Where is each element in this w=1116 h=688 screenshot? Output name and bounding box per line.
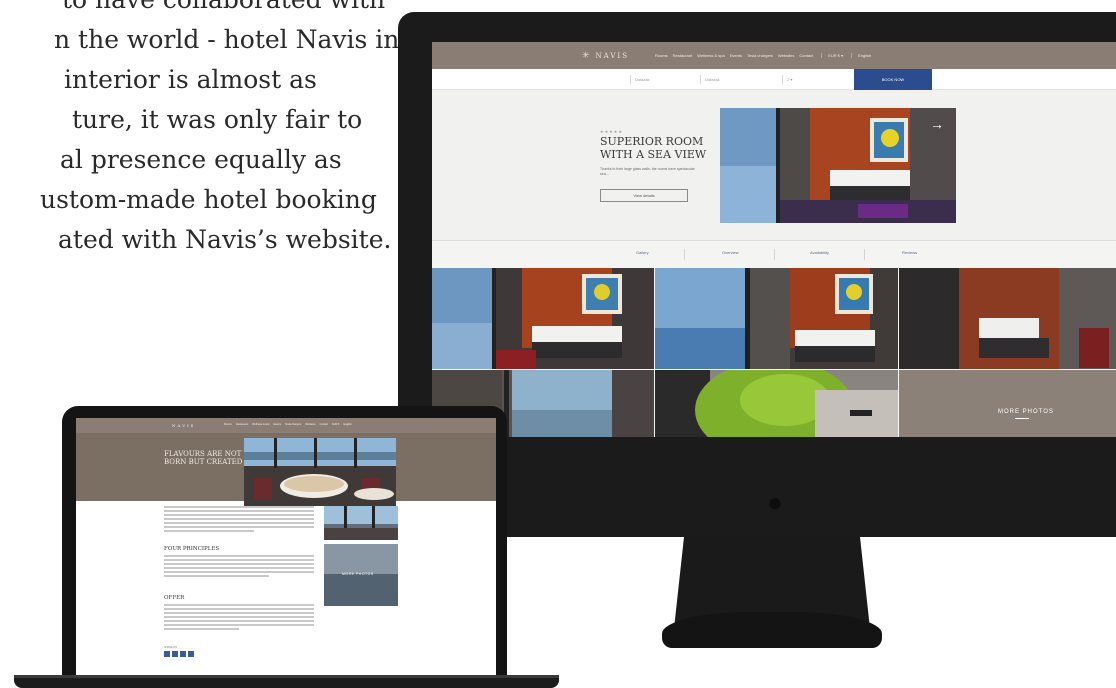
offer-heading: OFFER xyxy=(164,595,185,601)
rating-stars: ★★★★★ xyxy=(600,129,623,134)
menu-item[interactable]: Websites xyxy=(778,53,794,58)
intro-line: ated with Navis’s website. xyxy=(58,225,392,254)
arrow-right-icon[interactable]: → xyxy=(930,116,944,132)
menu-item[interactable]: Events xyxy=(273,423,281,426)
intro-line: ustom-made hotel booking xyxy=(40,185,377,214)
tab-gallery[interactable]: Gallery xyxy=(636,250,649,255)
twitter-icon[interactable] xyxy=(172,651,178,657)
photo-gallery: MORE PHOTOS xyxy=(432,268,1116,437)
principles-paragraph xyxy=(164,555,314,591)
site-navbar: ✳ NAVIS Rooms Restaurant Wellness & spa E… xyxy=(432,42,1116,69)
room-hero-image xyxy=(720,108,956,223)
intro-line: interior is almost as xyxy=(64,65,317,94)
imac-stand-foot xyxy=(662,612,882,648)
share-label: SHARE ON xyxy=(164,646,178,649)
more-photos-link[interactable]: MORE PHOTOS xyxy=(998,409,1054,415)
intro-line: ture, it was only fair to xyxy=(72,105,363,134)
intro-text: to have collaborated with n the world - … xyxy=(0,0,400,260)
menu-item[interactable]: Contact xyxy=(320,423,329,426)
facebook-icon[interactable] xyxy=(164,651,170,657)
laptop-site-logo[interactable]: NAVIS xyxy=(172,423,195,428)
more-photos-underline xyxy=(1015,418,1029,419)
book-now-button[interactable]: BOOK NOW xyxy=(854,69,932,90)
room-tabs: Gallery Overview Availability Reviews xyxy=(432,240,1116,268)
tab-divider xyxy=(774,249,775,260)
intro-line: n the world - hotel Navis in xyxy=(54,25,400,54)
four-principles-heading: FOUR PRINCIPLES xyxy=(164,546,220,552)
room-hero: ★★★★★ SUPERIOR ROOM WITH A SEA VIEW Than… xyxy=(432,90,1116,240)
star-logo-icon: ✳ xyxy=(582,50,592,61)
restaurant-hero: FLAVOURS ARE NOT BORN BUT CREATED xyxy=(76,433,496,506)
menu-item[interactable]: Restaurant xyxy=(236,423,248,426)
laptop-screen: NAVIS Rooms Restaurant Wellness & spa Ev… xyxy=(76,418,496,675)
laptop-base-edge xyxy=(14,675,559,678)
room-description: Thanks to their large glass walls, the r… xyxy=(600,167,695,176)
guests-select[interactable]: 2 ▾ xyxy=(782,75,792,84)
menu-item[interactable]: Contact xyxy=(799,53,813,58)
language-selector[interactable]: English xyxy=(344,423,352,426)
currency-selector[interactable]: EUR € xyxy=(332,423,339,426)
laptop-content: FOUR PRINCIPLES OFFER xyxy=(164,506,314,640)
offer-paragraph xyxy=(164,604,314,640)
more-photos-link[interactable]: MORE PHOTOS xyxy=(342,572,374,576)
laptop-side-gallery: MORE PHOTOS xyxy=(324,506,398,606)
linkedin-icon[interactable] xyxy=(180,651,186,657)
menu-item[interactable]: Rooms xyxy=(655,53,668,58)
view-details-button[interactable]: View details xyxy=(600,189,688,202)
menu-item[interactable]: Tesla chargers xyxy=(747,53,773,58)
gallery-photo[interactable] xyxy=(655,370,898,437)
tab-divider xyxy=(864,249,865,260)
menu-item[interactable]: Websites xyxy=(305,423,315,426)
email-icon[interactable] xyxy=(188,651,194,657)
tab-overview[interactable]: Overview xyxy=(722,250,739,255)
side-photo-more[interactable]: MORE PHOTOS xyxy=(324,544,398,606)
restaurant-hero-title: FLAVOURS ARE NOT BORN BUT CREATED xyxy=(164,450,243,466)
apple-logo-icon: ● xyxy=(767,487,783,517)
menu-item[interactable]: Wellness & spa xyxy=(697,53,725,58)
tab-divider xyxy=(684,249,685,260)
room-title: SUPERIOR ROOM WITH A SEA VIEW xyxy=(600,135,707,161)
intro-line: al presence equally as xyxy=(60,145,342,174)
menu-item[interactable]: Events xyxy=(730,53,742,58)
tab-availability[interactable]: Availability xyxy=(810,250,829,255)
menu-item[interactable]: Tesla chargers xyxy=(285,423,301,426)
laptop-site-menu: Rooms Restaurant Wellness & spa Events T… xyxy=(224,423,352,426)
booking-bar: Dolazak Odlazak 2 ▾ BOOK NOW xyxy=(432,69,1116,90)
site-menu: Rooms Restaurant Wellness & spa Events T… xyxy=(655,53,813,58)
gallery-photo[interactable] xyxy=(655,268,898,369)
restaurant-hero-image xyxy=(244,438,396,506)
menu-item[interactable]: Wellness & spa xyxy=(252,423,269,426)
menu-item[interactable]: Rooms xyxy=(224,423,232,426)
language-selector[interactable]: English xyxy=(851,53,871,58)
laptop-site-navbar: NAVIS Rooms Restaurant Wellness & spa Ev… xyxy=(76,418,496,433)
intro-line: to have collaborated with xyxy=(0,0,400,20)
gallery-photo-more[interactable] xyxy=(899,370,1116,437)
currency-selector[interactable]: EUR € ▾ xyxy=(821,53,843,58)
side-photo[interactable] xyxy=(324,506,398,540)
arrival-date-field[interactable]: Dolazak xyxy=(630,75,649,84)
site-logo[interactable]: ✳ NAVIS xyxy=(582,51,629,61)
menu-item[interactable]: Restaurant xyxy=(673,53,693,58)
departure-date-field[interactable]: Odlazak xyxy=(700,75,720,84)
social-share-buttons xyxy=(164,651,194,657)
tab-reviews[interactable]: Reviews xyxy=(902,250,917,255)
site-logo-text: NAVIS xyxy=(595,51,629,60)
gallery-photo[interactable] xyxy=(899,268,1116,369)
imac-screen: ✳ NAVIS Rooms Restaurant Wellness & spa E… xyxy=(432,42,1116,437)
gallery-photo[interactable] xyxy=(432,268,654,369)
intro-paragraph xyxy=(164,506,314,542)
